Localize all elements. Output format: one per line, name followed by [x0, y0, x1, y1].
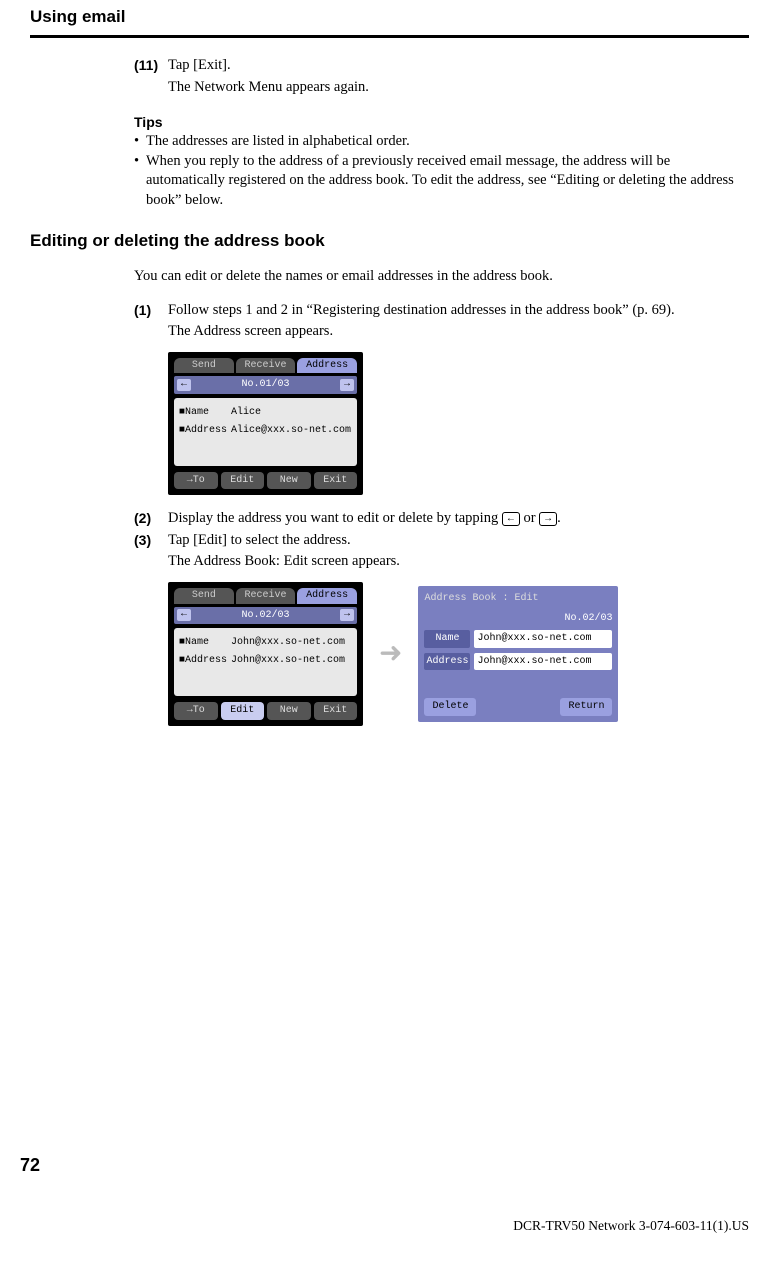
bullet-icon: •: [134, 152, 146, 211]
tab-address[interactable]: Address: [297, 358, 357, 374]
edit-screen-title: Address Book : Edit: [424, 592, 612, 606]
section-heading: Editing or deleting the address book: [30, 230, 749, 253]
name-field[interactable]: John@xxx.so-net.com: [474, 630, 612, 648]
prev-arrow-icon[interactable]: ←: [177, 609, 191, 621]
name-label: ■Name: [179, 404, 225, 422]
tip-2: • When you reply to the address of a pre…: [134, 152, 739, 211]
step-1: (1) Follow steps 1 and 2 in “Registering…: [134, 301, 739, 321]
tab-address[interactable]: Address: [297, 588, 357, 604]
tab-send[interactable]: Send: [174, 358, 234, 374]
edit-button[interactable]: Edit: [221, 472, 265, 490]
step-number: (2): [134, 509, 168, 529]
next-arrow-icon[interactable]: →: [340, 609, 354, 621]
step-text: Tap [Edit] to select the address.: [168, 531, 739, 551]
left-arrow-icon: ←: [502, 512, 520, 526]
address-label: ■Address: [179, 652, 225, 670]
step-11: (11) Tap [Exit].: [134, 56, 739, 76]
return-button[interactable]: Return: [560, 698, 612, 716]
rule: [30, 35, 749, 38]
page-number: 72: [20, 1153, 40, 1177]
name-label: Name: [424, 630, 470, 648]
step-3-after: The Address Book: Edit screen appears.: [168, 552, 739, 572]
step-2: (2) Display the address you want to edit…: [134, 509, 739, 529]
record-counter: No.01/03: [191, 378, 340, 392]
step-number: (1): [134, 301, 168, 321]
tab-receive[interactable]: Receive: [236, 358, 296, 374]
tab-receive[interactable]: Receive: [236, 588, 296, 604]
step-11-after: The Network Menu appears again.: [168, 78, 739, 98]
delete-button[interactable]: Delete: [424, 698, 476, 716]
tip-text: When you reply to the address of a previ…: [146, 152, 739, 211]
exit-button[interactable]: Exit: [314, 472, 358, 490]
address-value: Alice@xxx.so-net.com: [231, 422, 351, 440]
new-button[interactable]: New: [267, 472, 311, 490]
to-button[interactable]: →To: [174, 472, 218, 490]
next-arrow-icon[interactable]: →: [340, 379, 354, 391]
step-text: Follow steps 1 and 2 in “Registering des…: [168, 301, 739, 321]
address-book-edit-shot: Address Book : Edit No.02/03 Name John@x…: [418, 586, 618, 722]
record-counter: No.02/03: [424, 612, 612, 626]
address-screen-shot: Send Receive Address ← No.01/03 → ■Name A…: [168, 352, 363, 496]
step-3: (3) Tap [Edit] to select the address.: [134, 531, 739, 551]
address-label: ■Address: [179, 422, 225, 440]
tip-text: The addresses are listed in alphabetical…: [146, 132, 739, 152]
address-field[interactable]: John@xxx.so-net.com: [474, 653, 612, 671]
name-value: Alice: [231, 404, 261, 422]
address-screen-shot-2: Send Receive Address ← No.02/03 → ■Name J…: [168, 582, 363, 726]
name-value: John@xxx.so-net.com: [231, 634, 345, 652]
intro-paragraph: You can edit or delete the names or emai…: [134, 267, 739, 287]
step-number: (11): [134, 56, 168, 76]
name-label: ■Name: [179, 634, 225, 652]
right-arrow-icon: →: [539, 512, 557, 526]
tip-1: • The addresses are listed in alphabetic…: [134, 132, 739, 152]
record-counter: No.02/03: [191, 609, 340, 623]
footer-text: DCR-TRV50 Network 3-074-603-11(1).US: [513, 1217, 749, 1235]
step-text: Tap [Exit].: [168, 56, 739, 76]
bullet-icon: •: [134, 132, 146, 152]
edit-button[interactable]: Edit: [221, 702, 265, 720]
exit-button[interactable]: Exit: [314, 702, 358, 720]
tips-heading: Tips: [134, 113, 739, 132]
step-number: (3): [134, 531, 168, 551]
step-1-after: The Address screen appears.: [168, 322, 739, 342]
address-value: John@xxx.so-net.com: [231, 652, 345, 670]
address-label: Address: [424, 653, 470, 671]
transition-arrow-icon: ➜: [379, 635, 402, 673]
new-button[interactable]: New: [267, 702, 311, 720]
step-text: Display the address you want to edit or …: [168, 509, 739, 529]
to-button[interactable]: →To: [174, 702, 218, 720]
running-head: Using email: [30, 0, 749, 35]
prev-arrow-icon[interactable]: ←: [177, 379, 191, 391]
tab-send[interactable]: Send: [174, 588, 234, 604]
